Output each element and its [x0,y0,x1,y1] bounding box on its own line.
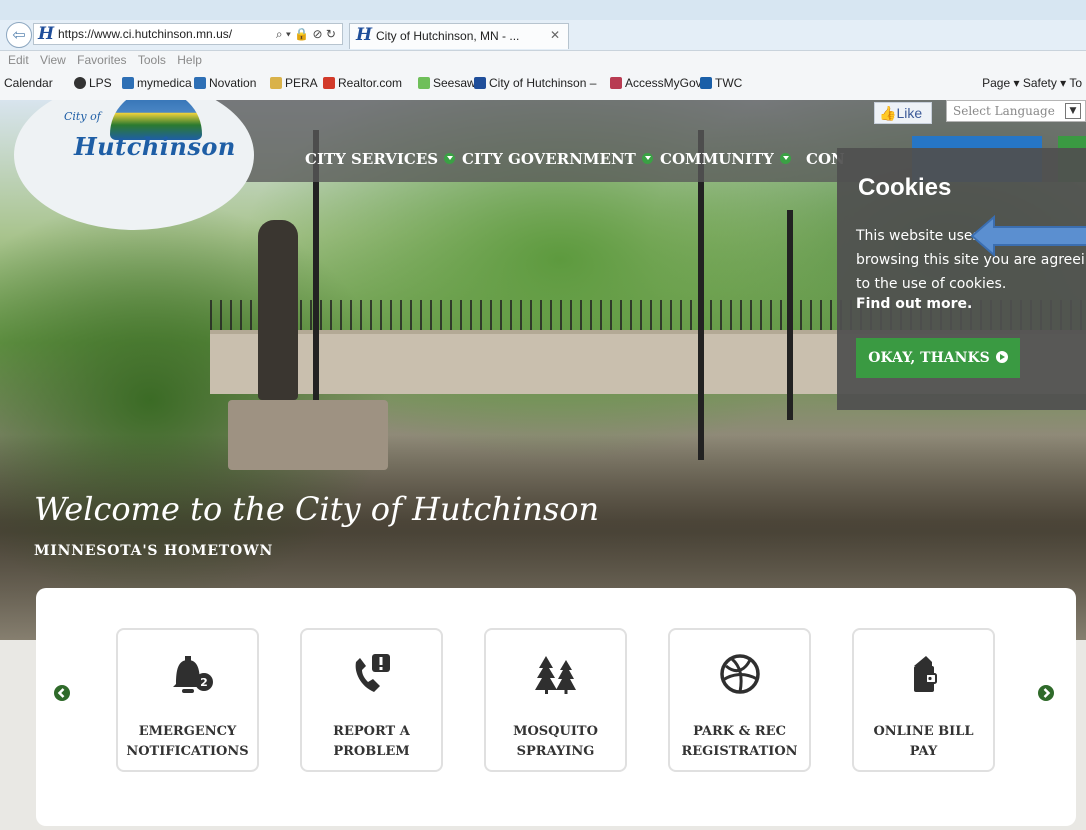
statue [258,220,298,400]
ie-page-icon [194,77,206,89]
site-favicon: H [38,24,55,44]
seesaw-icon [418,77,430,89]
menu-tools[interactable]: Tools [138,53,166,67]
volleyball-icon [670,652,809,696]
quicklink-label: PARK & REC REGISTRATION [681,724,798,759]
chevron-left-icon [57,688,65,698]
menu-favorites[interactable]: Favorites [77,53,126,67]
fav-mymedica[interactable]: mymedica [122,76,192,90]
facebook-like-button[interactable]: 👍Like [874,102,932,124]
okay-thanks-button[interactable]: OKAY, THANKS [856,338,1020,378]
quicklink-online-bill-pay[interactable]: ONLINE BILL PAY [852,628,995,772]
cookie-banner: Cookies This website uses cookies. By br… [837,148,1086,410]
wallet-icon [854,652,993,696]
fav-pera[interactable]: PERA [270,76,318,90]
quick-links-panel: 2 EMERGENCY NOTIFICATIONS REPORT A PROBLEM [36,588,1076,826]
menu-view[interactable]: View [40,53,66,67]
command-bar[interactable]: Page ▾ Safety ▾ To [982,76,1082,90]
nav-community[interactable]: COMMUNITY [660,150,791,168]
fav-lps[interactable]: LPS [74,76,112,90]
chevron-down-icon: ▼ [1065,103,1081,119]
quicklink-label: EMERGENCY NOTIFICATIONS [126,724,249,759]
menu-bar: Edit View Favorites Tools Help [0,51,1086,71]
quicklink-emergency-notifications[interactable]: 2 EMERGENCY NOTIFICATIONS [116,628,259,772]
phone-alert-icon [302,652,441,696]
trees-icon [486,652,625,696]
hutchinson-icon [474,77,486,89]
annotation-arrow-icon [970,214,1086,258]
fav-accessmygov[interactable]: AccessMyGov [610,76,702,90]
web-page: City of Hutchinson CITY SERVICES CITY GO… [0,100,1086,830]
fav-twc[interactable]: TWC [700,76,742,90]
thumbs-up-icon: 👍 [879,105,897,121]
nav-city-services[interactable]: CITY SERVICES [305,150,456,168]
ie-page-icon [122,77,134,89]
fav-calendar[interactable]: Calendar [4,76,53,90]
fav-novation[interactable]: Novation [194,76,256,90]
back-button[interactable]: ⇦ [6,22,32,48]
cookie-title: Cookies [858,174,952,201]
chevron-down-icon [444,153,456,164]
fav-seesaw[interactable]: Seesaw [418,76,476,90]
menu-edit[interactable]: Edit [8,53,29,67]
address-bar[interactable]: H https://www.ci.hutchinson.mn.us/ ⌕ ▾ 🔒… [33,23,343,45]
quicklink-label: MOSQUITO SPRAYING [513,724,598,759]
chevron-right-icon [995,351,1008,363]
url-text: https://www.ci.hutchinson.mn.us/ [58,27,233,41]
title-bar [0,0,1086,20]
quicklink-park-rec-registration[interactable]: PARK & REC REGISTRATION [668,628,811,772]
tab-favicon: H [356,25,373,45]
language-select[interactable]: Select Language ▼ [946,100,1086,122]
statue-pedestal [228,400,388,470]
bell-icon: 2 [118,652,257,696]
logo-city-text: City of [64,110,101,123]
menu-help[interactable]: Help [177,53,202,67]
chevron-right-icon [1043,688,1051,698]
quicklink-label: ONLINE BILL PAY [873,724,974,759]
house-icon [323,77,335,89]
address-tools[interactable]: ⌕ ▾ 🔒 ⊘ ↻ [276,27,336,42]
hero-subtitle: MINNESOTA'S HOMETOWN [34,543,274,559]
twc-icon [700,77,712,89]
carousel-prev-button[interactable] [54,685,70,701]
notification-badge: 2 [200,676,208,689]
quicklink-report-a-problem[interactable]: REPORT A PROBLEM [300,628,443,772]
quicklink-label: REPORT A PROBLEM [333,724,410,759]
accessmygov-icon [610,77,622,89]
browser-tab[interactable]: H City of Hutchinson, MN - ... ✕ [349,23,569,49]
hero-title: Welcome to the City of Hutchinson [34,490,600,528]
browser-chrome: ⇦ H https://www.ci.hutchinson.mn.us/ ⌕ ▾… [0,0,1086,100]
find-out-more-link[interactable]: Find out more. [856,296,972,312]
quicklink-mosquito-spraying[interactable]: MOSQUITO SPRAYING [484,628,627,772]
logo-wordmark: Hutchinson [74,132,236,161]
carousel-next-button[interactable] [1038,685,1054,701]
chevron-down-icon [641,153,653,164]
pera-icon [270,77,282,89]
lamp-post [787,210,793,420]
fav-realtor[interactable]: Realtor.com [323,76,402,90]
lps-icon [74,77,86,89]
favorites-bar: Calendar LPS mymedica Novation PERA Real… [0,72,1086,96]
tab-title: City of Hutchinson, MN - ... [376,29,520,43]
chevron-down-icon [779,153,791,164]
fav-hutchinson[interactable]: City of Hutchinson – [474,76,596,90]
nav-city-government[interactable]: CITY GOVERNMENT [462,150,653,168]
close-tab-icon[interactable]: ✕ [550,28,560,42]
address-row: ⇦ H https://www.ci.hutchinson.mn.us/ ⌕ ▾… [0,20,1086,51]
